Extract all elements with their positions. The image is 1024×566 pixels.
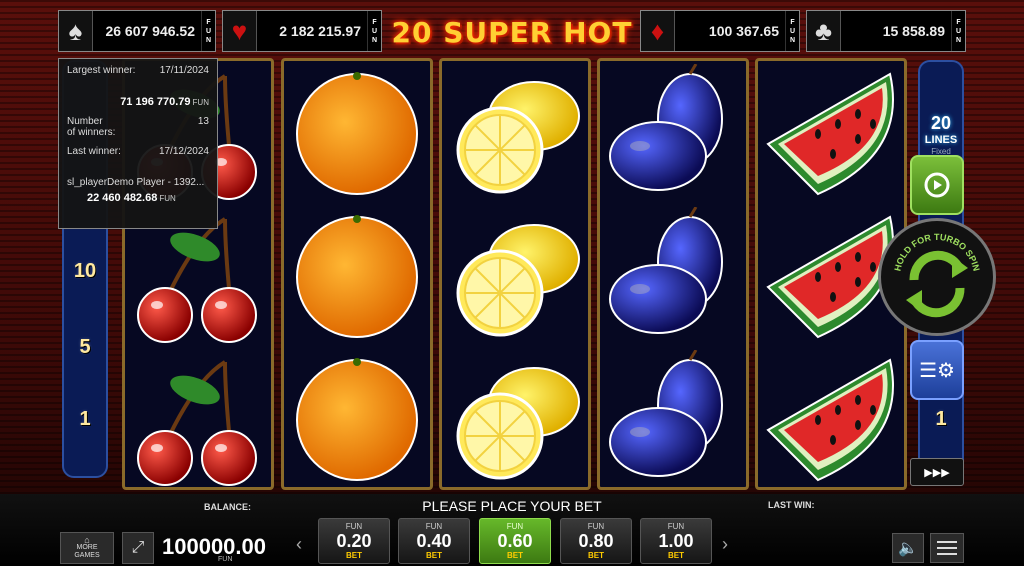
jackpot-currency: FUN [201, 11, 215, 51]
home-icon: ⌂ [84, 535, 90, 545]
jackpot-currency: FUN [785, 11, 799, 51]
place-bet-message: PLEASE PLACE YOUR BET [422, 498, 602, 514]
plum-symbol [600, 64, 746, 204]
jackpot-currency: FUN [367, 11, 381, 51]
sound-button[interactable]: 🔈 [892, 533, 924, 563]
game-logo: 20 SUPER HOT [391, 15, 633, 49]
bet-next-arrow[interactable]: › [722, 534, 728, 555]
last-winner-date: 17/12/2024 [158, 146, 209, 157]
bet-option[interactable]: FUN 0.60 BET [479, 518, 551, 564]
bet-option[interactable]: FUN 0.20 BET [318, 518, 390, 564]
speaker-icon: 🔈 [898, 540, 918, 557]
settings-icon: ☰⚙ [919, 359, 955, 382]
largest-winner-label: Largest winner: [67, 65, 136, 76]
menu-icon [937, 541, 957, 555]
bet-label: BET [588, 551, 604, 560]
jackpot-spade[interactable]: ♠ 26 607 946.52 FUN [58, 10, 216, 52]
watermelon-symbol [758, 350, 904, 490]
bet-prev-arrow[interactable]: ‹ [296, 534, 302, 555]
spade-icon: ♠ [59, 11, 93, 51]
bet-label: BET [507, 551, 523, 560]
diamond-icon: ♦ [641, 11, 675, 51]
spin-button[interactable]: HOLD FOR TURBO SPIN [878, 218, 996, 336]
line-number: 1 [935, 408, 947, 430]
line-number: 5 [79, 336, 91, 358]
bet-label: BET [346, 551, 362, 560]
largest-winner-amount: 71 196 770.79 FUN [120, 96, 209, 108]
jackpot-tooltip: Largest winner: 17/11/2024 71 196 770.79 F… [58, 58, 218, 229]
bet-label: BET [668, 551, 684, 560]
lemon-symbol [442, 207, 588, 347]
bet-currency: FUN [425, 522, 443, 531]
balance-label: BALANCE: [204, 502, 251, 512]
bet-label: BET [426, 551, 442, 560]
watermelon-symbol [758, 64, 904, 204]
bet-currency: FUN [667, 522, 685, 531]
last-winner-amount: 22 460 482.68 FUN [87, 192, 176, 204]
more-games-button[interactable]: ⌂ MORE GAMES [60, 532, 114, 564]
plum-symbol [600, 350, 746, 490]
turbo-spin-icon: HOLD FOR TURBO SPIN [892, 232, 982, 318]
settings-button[interactable]: ☰⚙ [910, 340, 964, 400]
fast-forward-icon: ▶▶▶ [924, 466, 950, 479]
line-number: 1 [79, 408, 91, 430]
jackpot-heart[interactable]: ♥ 2 182 215.97 FUN [222, 10, 382, 52]
bet-value: 1.00 [658, 531, 694, 551]
jackpot-diamond[interactable]: ♦ 100 367.65 FUN [640, 10, 800, 52]
bet-value: 0.80 [578, 531, 614, 551]
jackpot-club[interactable]: ♣ 15 858.89 FUN [806, 10, 966, 52]
last-winner-label: Last winner: [67, 146, 121, 157]
bet-currency: FUN [345, 522, 363, 531]
bet-currency: FUN [506, 522, 524, 531]
bet-value: 0.40 [416, 531, 452, 551]
bet-option[interactable]: FUN 0.40 BET [398, 518, 470, 564]
jackpot-value: 100 367.65 [708, 23, 779, 39]
balance-currency: FUN [218, 556, 233, 563]
jackpot-value: 26 607 946.52 [105, 23, 195, 39]
last-win-label: LAST WIN: [768, 500, 815, 510]
fast-forward-button[interactable]: ▶▶▶ [910, 458, 964, 486]
fullscreen-icon: ⤢ [131, 539, 145, 556]
number-of-winners-label: Number of winners: [67, 116, 116, 138]
jackpot-value: 15 858.89 [882, 23, 945, 39]
fullscreen-button[interactable]: ⤢ [122, 532, 154, 564]
autoplay-button[interactable] [910, 155, 964, 215]
club-icon: ♣ [807, 11, 841, 51]
bet-value: 0.60 [497, 531, 533, 551]
orange-symbol [284, 350, 430, 490]
heart-icon: ♥ [223, 11, 257, 51]
largest-winner-date: 17/11/2024 [159, 65, 209, 76]
orange-symbol [284, 64, 430, 204]
jackpot-currency: FUN [951, 11, 965, 51]
autoplay-icon [924, 172, 950, 198]
lines-count: 20 [930, 113, 952, 133]
orange-symbol [284, 207, 430, 347]
plum-symbol [600, 207, 746, 347]
menu-button[interactable] [930, 533, 964, 563]
lemon-symbol [442, 350, 588, 490]
lemon-symbol [442, 64, 588, 204]
bet-option[interactable]: FUN 1.00 BET [640, 518, 712, 564]
lines-label: LINES [924, 134, 958, 146]
jackpot-value: 2 182 215.97 [279, 23, 361, 39]
bet-currency: FUN [587, 522, 605, 531]
bet-value: 0.20 [336, 531, 372, 551]
number-of-winners-value: 13 [197, 116, 209, 127]
last-winner-player: sl_playerDemo Player - 1392... [67, 177, 205, 188]
bet-option[interactable]: FUN 0.80 BET [560, 518, 632, 564]
cherry-symbol [125, 350, 271, 490]
line-number: 10 [73, 260, 97, 282]
balance-value: 100000.00 [162, 534, 266, 559]
